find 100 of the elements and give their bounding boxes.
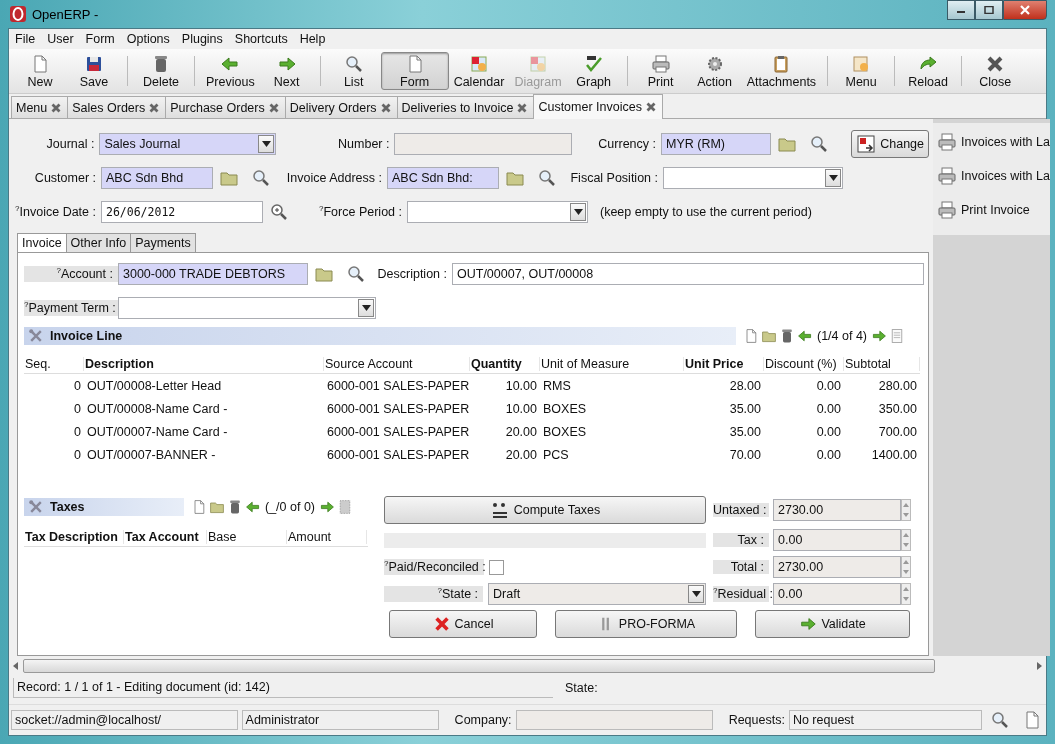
document-tab[interactable]: Deliveries to Invoice — [396, 96, 535, 118]
menu-item[interactable]: File — [15, 32, 36, 46]
column-header[interactable]: Tax Description — [24, 530, 124, 544]
table-cell-text: 10.00 — [504, 401, 538, 416]
table-cell-text: 70.00 — [728, 447, 762, 462]
document-tab[interactable]: Delivery Orders — [284, 96, 398, 118]
menu-item[interactable]: Form — [85, 32, 115, 46]
compute-taxes-button[interactable]: Compute Taxes — [384, 496, 706, 524]
menu-item[interactable]: Options — [126, 32, 170, 46]
toolbar-button[interactable]: Graph — [566, 52, 621, 90]
column-header[interactable]: Unit of Measure — [540, 357, 684, 371]
currency-field[interactable]: MYR (RM) — [661, 133, 772, 155]
toolbar-button[interactable]: List — [326, 52, 381, 90]
column-header[interactable]: Source Account — [324, 357, 470, 371]
form-tab[interactable]: Payments — [130, 233, 196, 252]
toolbar-button[interactable]: New — [13, 52, 67, 90]
toolbar-button[interactable]: Save — [67, 52, 121, 90]
app-logo-icon — [8, 4, 28, 24]
table-cell-text: 10.00 — [504, 378, 538, 393]
close-button[interactable] — [1003, 0, 1047, 20]
table-cell-text: 6000-001 SALES-PAPER — [326, 378, 470, 393]
account-field[interactable]: 3000-000 TRADE DEBTORS — [118, 263, 308, 285]
table-cell-text: 35.00 — [728, 424, 762, 439]
column-header[interactable]: Tax Account — [124, 530, 207, 544]
table-cell-text: 350.00 — [877, 401, 918, 416]
printer-icon — [937, 200, 957, 220]
pager-text: (1/4 of 4) — [817, 329, 868, 343]
search-icon — [343, 53, 364, 74]
customer-field[interactable]: ABC Sdn Bhd — [101, 167, 213, 189]
document-tab[interactable]: Purchase Orders — [165, 96, 286, 118]
column-header[interactable]: Amount — [287, 530, 367, 544]
table-cell-text: 0.00 — [815, 378, 842, 393]
table-cell-text: OUT/00008-Name Card - — [86, 401, 229, 416]
form-tab[interactable]: Other Info — [65, 233, 132, 252]
menu-item[interactable]: Plugins — [181, 32, 223, 46]
field-label: $^{?}$Invoice Date : — [14, 204, 97, 220]
paid-checkbox[interactable] — [489, 559, 504, 575]
toolbar-button[interactable]: Close — [968, 52, 1023, 90]
table-cell-text: 6000-001 SALES-PAPER — [326, 424, 470, 439]
report-link[interactable]: Invoices with La — [937, 159, 1050, 193]
column-header[interactable]: Description — [84, 357, 324, 371]
column-header[interactable]: Unit Price — [684, 357, 764, 371]
toolbar-button[interactable]: Print — [633, 52, 688, 90]
section-title: Taxes — [50, 500, 85, 514]
minimize-button[interactable] — [947, 0, 975, 20]
field-label: Invoice Address : — [285, 171, 383, 185]
form-tab[interactable]: Invoice — [17, 233, 67, 253]
menu-item[interactable]: User — [47, 32, 74, 46]
toolbar-button[interactable]: Attachments — [741, 52, 822, 90]
field-label: Fiscal Position : — [569, 171, 659, 185]
description-field[interactable]: OUT/00007, OUT/00008 — [452, 263, 924, 285]
column-header[interactable]: Discount (%) — [764, 357, 844, 371]
requests-status: No request — [788, 710, 982, 730]
field-label: Currency : — [597, 137, 657, 151]
toolbar-button[interactable]: Next — [259, 52, 314, 90]
toolbar-button[interactable]: Delete — [134, 52, 188, 90]
toolbar-button[interactable]: Reload — [901, 52, 956, 90]
journal-select[interactable]: Sales Journal — [99, 133, 277, 155]
table-cell-text: 6000-001 SALES-PAPER — [326, 401, 470, 416]
report-link[interactable]: Print Invoice — [937, 193, 1050, 227]
close-icon — [1019, 5, 1031, 15]
hint-text: (keep empty to use the current period) — [600, 205, 812, 219]
toolbar-button[interactable]: Previous — [201, 52, 260, 90]
menu-item[interactable]: Shortcuts — [234, 32, 288, 46]
field-label: $^{?}$Force Period : — [318, 204, 403, 220]
invoice-date-field[interactable]: 26/06/2012 — [101, 201, 263, 223]
field-label: Total : — [713, 560, 769, 574]
column-header[interactable]: Quantity — [470, 357, 540, 371]
column-header[interactable]: Base — [207, 530, 287, 544]
toolbar-button[interactable]: Menu — [834, 52, 889, 90]
new-icon — [743, 328, 759, 344]
maximize-button[interactable] — [975, 0, 1003, 20]
toolbar-button[interactable]: Calendar — [448, 52, 510, 90]
document-tab[interactable]: Sales Orders — [67, 96, 167, 118]
printer-icon — [937, 132, 957, 152]
pro-forma-button[interactable]: PRO-FORMA — [555, 610, 737, 638]
record-status: Record: 1 / 1 of 1 - Editing document (id: 142) — [13, 678, 553, 698]
column-header[interactable]: Subtotal — [844, 357, 920, 371]
report-link[interactable]: Invoices with La — [937, 125, 1050, 159]
company-label: Company: — [454, 713, 512, 727]
cancel-button[interactable]: Cancel — [389, 610, 537, 638]
amount-field: 0.00 — [773, 529, 901, 551]
table-cell-text: BOXES — [542, 401, 588, 416]
toolbar-button[interactable]: Form — [380, 52, 449, 90]
toolbar-button[interactable]: Action — [687, 52, 742, 90]
menu-item[interactable]: Help — [299, 32, 326, 46]
search-icon — [990, 710, 1010, 730]
validate-button[interactable]: Validate — [755, 610, 910, 638]
section-title: Invoice Line — [50, 329, 123, 343]
folder-icon — [761, 328, 777, 344]
table-cell-text: 0 — [73, 424, 82, 439]
document-tab[interactable]: Menu — [11, 96, 69, 118]
column-header[interactable]: Seq. — [24, 357, 84, 371]
change-button[interactable]: Change — [851, 130, 929, 158]
search-icon — [251, 168, 271, 188]
document-tab[interactable]: Customer Invoices — [533, 94, 663, 119]
state-select[interactable]: Draft — [488, 583, 706, 605]
table-cell-text: 0 — [73, 401, 82, 416]
invoice-address-field[interactable]: ABC Sdn Bhd: — [387, 167, 499, 189]
table-cell-text: 700.00 — [877, 424, 918, 439]
